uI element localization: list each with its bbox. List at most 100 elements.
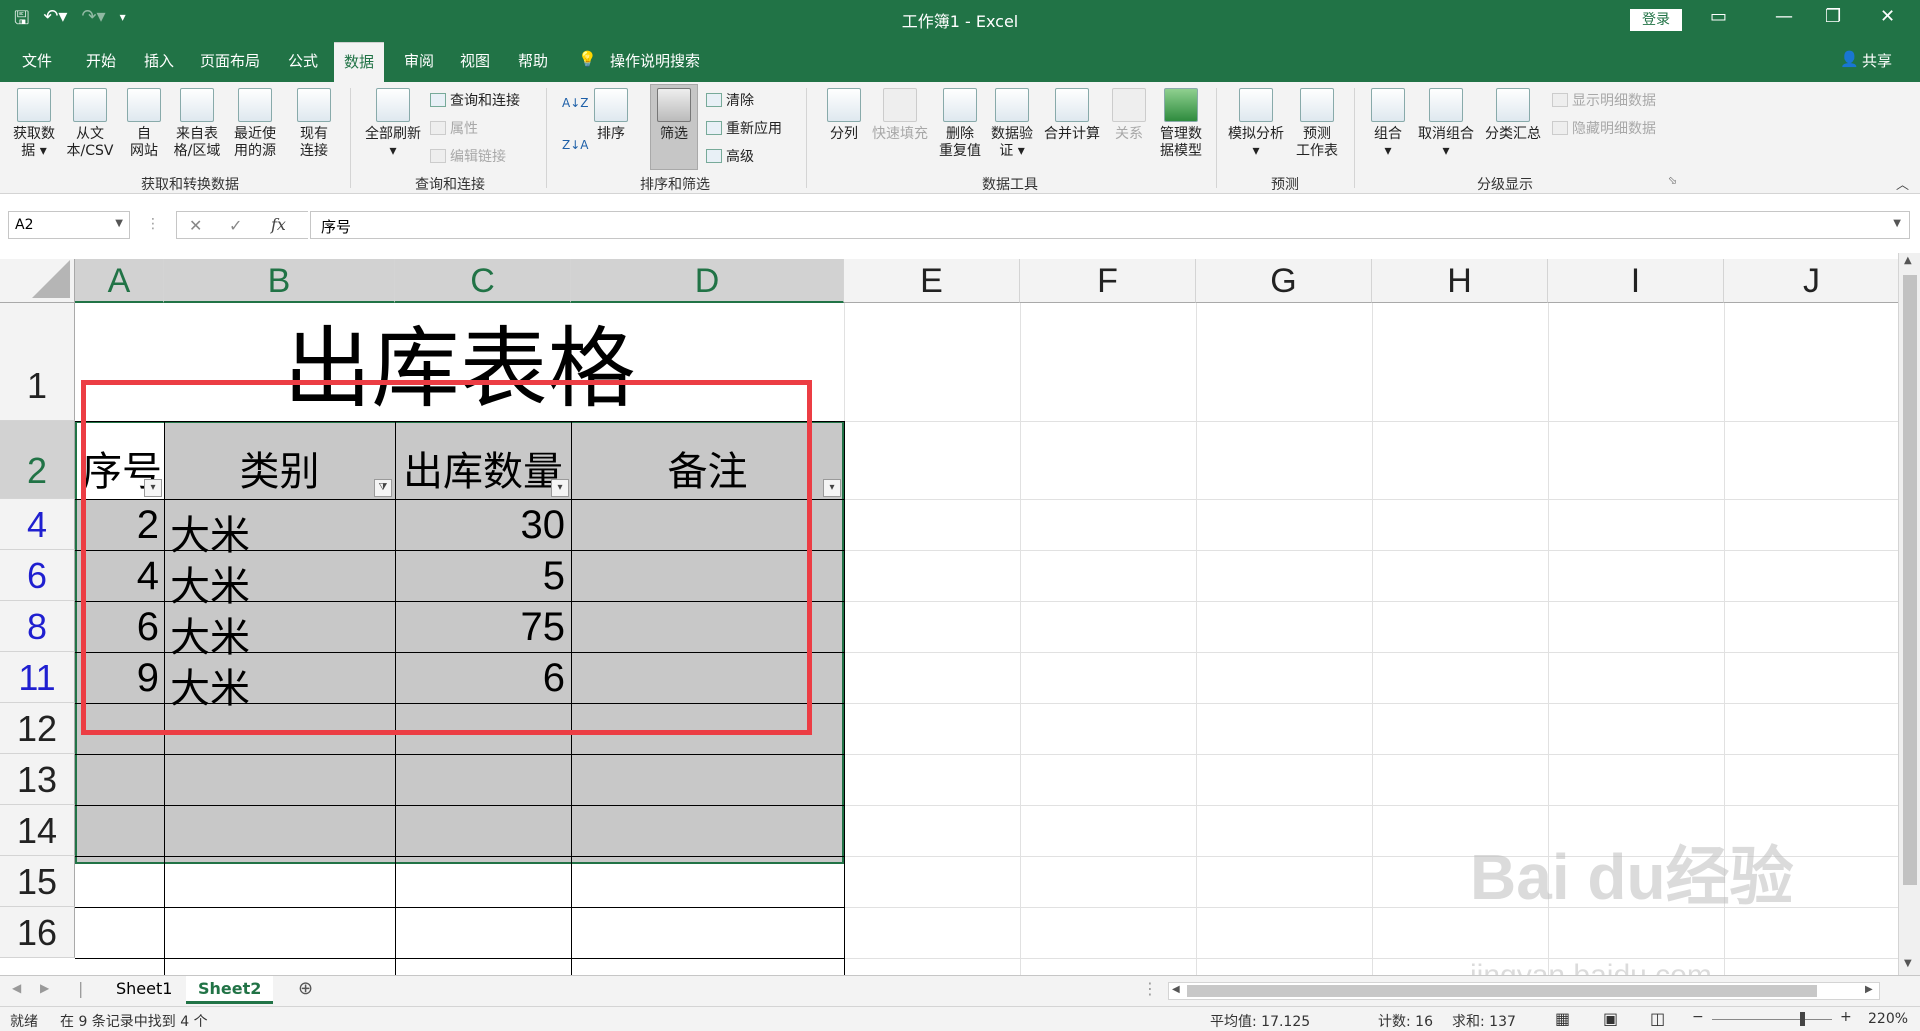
properties-button[interactable]: 属性	[430, 118, 478, 138]
edit-links-button[interactable]: 编辑链接	[430, 146, 506, 166]
scroll-down-icon[interactable]: ▼	[1904, 958, 1912, 969]
flash-fill-button[interactable]: 快速填充	[868, 88, 932, 143]
collapse-ribbon-icon[interactable]: ︿	[1896, 174, 1909, 193]
enter-check-icon[interactable]: ✓	[229, 216, 242, 235]
column-header-b[interactable]: B	[164, 259, 395, 303]
from-web-button[interactable]: 自 网站	[122, 88, 166, 160]
advanced-filter-button[interactable]: 高级	[706, 146, 754, 166]
row-header-4[interactable]: 4	[0, 499, 75, 550]
data-validation-button[interactable]: 数据验 证 ▾	[986, 88, 1038, 160]
from-table-range-button[interactable]: 来自表 格/区域	[168, 88, 226, 160]
prev-sheet-icon[interactable]: ◀	[12, 981, 21, 995]
clear-button[interactable]: 清除	[706, 90, 754, 110]
tab-home[interactable]: 开始	[86, 50, 116, 71]
consolidate-button[interactable]: 合并计算	[1040, 88, 1104, 143]
column-header-f[interactable]: F	[1020, 259, 1196, 303]
column-header-g[interactable]: G	[1196, 259, 1372, 303]
tab-formulas[interactable]: 公式	[288, 50, 318, 71]
sort-descending-button[interactable]: Z↓A	[562, 138, 588, 152]
drag-handle-icon[interactable]: ⋮	[146, 216, 160, 232]
manage-data-model-button[interactable]: 管理数 据模型	[1154, 88, 1208, 160]
row-header-12[interactable]: 12	[0, 703, 75, 754]
name-box-dropdown-icon[interactable]: ▼	[115, 218, 123, 229]
column-header-c[interactable]: C	[395, 259, 571, 303]
close-icon[interactable]: ✕	[1880, 6, 1895, 27]
scroll-up-icon[interactable]: ▲	[1904, 255, 1912, 266]
tab-view[interactable]: 视图	[460, 50, 490, 71]
next-sheet-icon[interactable]: ▶	[40, 981, 49, 995]
zoom-level[interactable]: 220%	[1868, 1011, 1908, 1027]
column-header-a[interactable]: A	[75, 259, 164, 303]
ribbon-display-options-icon[interactable]: ▭	[1710, 6, 1727, 27]
zoom-slider-thumb[interactable]	[1800, 1012, 1805, 1026]
text-to-columns-button[interactable]: 分列	[822, 88, 866, 143]
refresh-all-button[interactable]: 全部刷新 ▾	[358, 88, 428, 160]
cancel-icon[interactable]: ✕	[189, 216, 202, 235]
column-header-i[interactable]: I	[1548, 259, 1724, 303]
sort-ascending-button[interactable]: A↓Z	[562, 96, 588, 110]
row-header-11[interactable]: 11	[0, 652, 75, 703]
relationships-button[interactable]: 关系	[1108, 88, 1150, 143]
tab-review[interactable]: 审阅	[404, 50, 434, 71]
show-detail-button[interactable]: 显示明细数据	[1552, 90, 1656, 110]
login-button[interactable]: 登录	[1630, 9, 1682, 31]
normal-view-icon[interactable]: ▦	[1555, 1009, 1570, 1028]
dialog-launcher-icon[interactable]: ⬂	[1668, 174, 1677, 187]
row-header-13[interactable]: 13	[0, 754, 75, 805]
expand-formula-icon[interactable]: ▼	[1893, 218, 1901, 229]
sheet-tab-sheet1[interactable]: Sheet1	[104, 976, 184, 1004]
row-header-8[interactable]: 8	[0, 601, 75, 652]
column-header-d[interactable]: D	[571, 259, 844, 303]
select-all-corner[interactable]	[0, 259, 75, 303]
horizontal-scroll-thumb[interactable]	[1187, 985, 1817, 997]
reapply-button[interactable]: 重新应用	[706, 118, 782, 138]
filter-button[interactable]: 筛选	[650, 88, 698, 143]
name-box[interactable]: A2 ▼	[8, 211, 130, 239]
hide-detail-button[interactable]: 隐藏明细数据	[1552, 118, 1656, 138]
zoom-in-icon[interactable]: +	[1840, 1009, 1852, 1025]
vertical-scroll-thumb[interactable]	[1903, 275, 1917, 885]
zoom-out-icon[interactable]: −	[1692, 1009, 1704, 1025]
ungroup-button[interactable]: 取消组合 ▾	[1414, 88, 1478, 160]
add-sheet-icon[interactable]: ⊕	[298, 978, 313, 999]
filter-dropdown-d[interactable]: ▾	[823, 479, 841, 497]
tab-split-handle[interactable]: ⋮	[1142, 979, 1158, 998]
formula-input[interactable]: 序号 ▼	[310, 211, 1910, 239]
page-break-view-icon[interactable]: ◫	[1650, 1009, 1665, 1028]
sort-button[interactable]: 排序	[590, 88, 632, 143]
row-header-6[interactable]: 6	[0, 550, 75, 601]
scroll-left-icon[interactable]: ◀	[1172, 984, 1180, 995]
get-data-button[interactable]: 获取数 据 ▾	[6, 88, 62, 160]
horizontal-scrollbar[interactable]: ◀ ▶	[1168, 982, 1880, 1000]
what-if-analysis-button[interactable]: 模拟分析 ▾	[1224, 88, 1288, 160]
row-header-15[interactable]: 15	[0, 856, 75, 907]
group-button[interactable]: 组合 ▾	[1366, 88, 1410, 160]
scroll-right-icon[interactable]: ▶	[1865, 984, 1873, 995]
tab-help[interactable]: 帮助	[518, 50, 548, 71]
queries-connections-button[interactable]: 查询和连接	[430, 90, 520, 110]
row-header-14[interactable]: 14	[0, 805, 75, 856]
row-header-16[interactable]: 16	[0, 907, 75, 958]
vertical-scrollbar[interactable]: ▲ ▼	[1898, 253, 1920, 975]
forecast-sheet-button[interactable]: 预测 工作表	[1290, 88, 1344, 160]
minimize-icon[interactable]: —	[1775, 6, 1793, 27]
row-header-2[interactable]: 2	[0, 421, 75, 499]
restore-icon[interactable]: ❐	[1825, 6, 1841, 27]
tab-data[interactable]: 数据	[334, 42, 385, 82]
existing-connections-button[interactable]: 现有 连接	[290, 88, 338, 160]
recent-sources-button[interactable]: 最近使 用的源	[226, 88, 284, 160]
page-layout-view-icon[interactable]: ▣	[1603, 1009, 1618, 1028]
row-header-1[interactable]: 1	[0, 303, 75, 421]
tell-me-search[interactable]: 操作说明搜索	[610, 50, 700, 71]
share-button[interactable]: 共享	[1862, 50, 1892, 71]
tab-insert[interactable]: 插入	[144, 50, 174, 71]
remove-duplicates-button[interactable]: 删除 重复值	[932, 88, 988, 160]
column-header-j[interactable]: J	[1724, 259, 1900, 303]
column-header-e[interactable]: E	[844, 259, 1020, 303]
tab-file[interactable]: 文件	[22, 50, 52, 71]
insert-function-icon[interactable]: fx	[271, 215, 286, 234]
zoom-slider[interactable]	[1712, 1019, 1832, 1020]
sheet-tab-sheet2[interactable]: Sheet2	[186, 976, 274, 1004]
tab-page-layout[interactable]: 页面布局	[200, 50, 260, 71]
from-text-csv-button[interactable]: 从文 本/CSV	[60, 88, 120, 160]
